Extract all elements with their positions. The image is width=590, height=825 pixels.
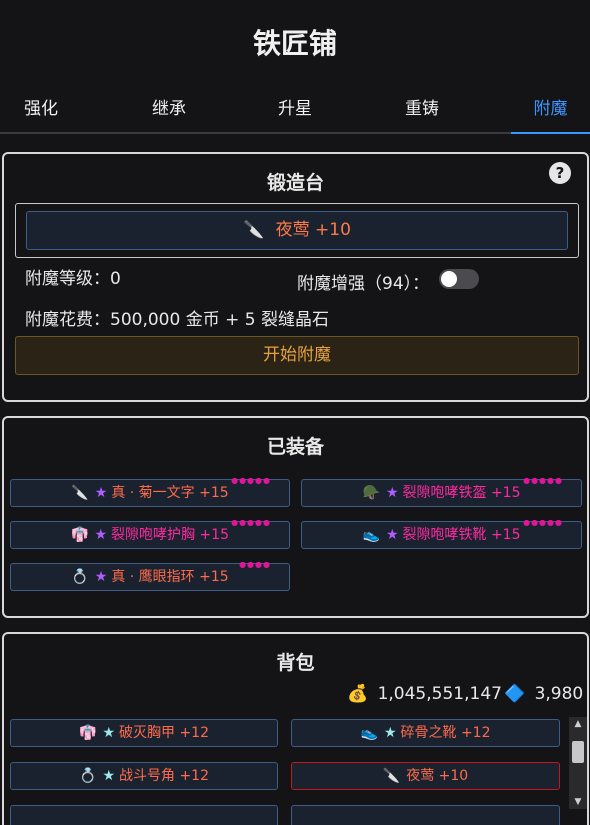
backpack-item-selected[interactable]: 🔪 夜莺 +10 <box>291 762 560 790</box>
item-name: 真 · 菊一文字 +15 <box>111 485 229 501</box>
armor-icon: 👘 <box>71 527 89 543</box>
enhance-dots: ●●●●● <box>523 476 563 485</box>
equipped-item-weapon[interactable]: 🔪 ★ 真 · 菊一文字 +15 ●●●●● <box>10 476 290 507</box>
tab-enchant[interactable]: 附魔 <box>511 92 590 134</box>
item-name: 裂隙咆哮铁盔 +15 <box>402 485 521 501</box>
money-bag-icon: 💰 <box>347 684 369 704</box>
forge-panel: 锻造台 ? 🔪 夜莺 +10 附魔等级：0 附魔增强（94）： 附魔花费：500… <box>2 152 589 402</box>
backpack-item[interactable] <box>291 805 560 825</box>
enhance-dots: ●●●●● <box>523 518 563 527</box>
start-enchant-button[interactable]: 开始附魔 <box>15 336 579 375</box>
dagger-icon: 🔪 <box>382 768 401 784</box>
selected-item-button[interactable]: 🔪 夜莺 +10 <box>26 211 568 250</box>
star-icon: ★ <box>102 725 115 741</box>
star-icon: ★ <box>94 527 107 543</box>
dagger-icon: 🔪 <box>71 485 89 501</box>
item-name: 真 · 鹰眼指环 +15 <box>111 569 229 585</box>
backpack-item[interactable] <box>10 805 278 825</box>
tab-recast[interactable]: 重铸 <box>381 92 463 132</box>
tab-enhance[interactable]: 强化 <box>0 92 82 132</box>
gold-display: 💰 1,045,551,147 <box>347 684 502 704</box>
forge-title: 锻造台 <box>266 172 324 194</box>
backpack-title: 背包 <box>276 652 315 674</box>
item-name: 裂隙咆哮护胸 +15 <box>111 527 229 543</box>
equipped-title: 已装备 <box>266 436 324 458</box>
scroll-thumb[interactable] <box>572 741 584 763</box>
star-icon: ★ <box>385 527 399 543</box>
enhance-dots: ●●●● <box>239 560 271 569</box>
help-icon[interactable]: ? <box>549 162 571 184</box>
item-name: 破灭胸甲 +12 <box>119 725 209 741</box>
backpack-panel: 背包 💰 1,045,551,147 🔷 3,980 👘 ★ 破灭胸甲 +12 👟 ★… <box>2 632 589 825</box>
star-icon: ★ <box>383 725 397 741</box>
star-icon: ★ <box>94 485 108 501</box>
dagger-icon: 🔪 <box>243 220 265 240</box>
gem-display: 🔷 3,980 <box>504 684 583 704</box>
equipped-item-chest[interactable]: 👘 ★ 裂隙咆哮护胸 +15 ●●●●● <box>10 518 290 549</box>
ring-icon: 💍 <box>71 569 89 585</box>
page-title: 铁匠铺 <box>252 27 337 60</box>
forge-slot: 🔪 夜莺 +10 <box>15 203 579 258</box>
equipped-item-helmet[interactable]: 🪖 ★ 裂隙咆哮铁盔 +15 ●●●●● <box>301 476 582 507</box>
enchant-cost: 附魔花费：500,000 金币 + 5 裂缝晶石 <box>25 310 329 330</box>
star-icon: ★ <box>102 768 115 784</box>
enchant-level: 附魔等级：0 <box>25 269 121 289</box>
diamond-icon: 🔷 <box>504 684 526 704</box>
equipped-item-boots[interactable]: 👟 ★ 裂隙咆哮铁靴 +15 ●●●●● <box>301 518 582 549</box>
equipped-panel: 已装备 🔪 ★ 真 · 菊一文字 +15 ●●●●● 🪖 ★ 裂隙咆哮铁盔 +15 ●●… <box>2 416 589 618</box>
item-name: 战斗号角 +12 <box>119 768 209 784</box>
toggle-knob <box>441 271 457 287</box>
backpack-item[interactable]: 👟 ★ 碎骨之靴 +12 <box>291 719 560 747</box>
tab-star-up[interactable]: 升星 <box>254 92 336 132</box>
enchant-boost-toggle[interactable] <box>439 269 479 289</box>
armor-icon: 👘 <box>79 725 97 741</box>
boot-icon: 👟 <box>362 527 380 543</box>
backpack-item[interactable]: 👘 ★ 破灭胸甲 +12 <box>10 719 278 747</box>
item-name: 夜莺 +10 <box>406 768 469 784</box>
gem-amount: 3,980 <box>534 684 584 704</box>
item-name: 碎骨之靴 +12 <box>400 725 491 741</box>
star-icon: ★ <box>94 569 108 585</box>
helmet-icon: 🪖 <box>362 485 380 501</box>
item-name: 裂隙咆哮铁靴 +15 <box>402 527 521 543</box>
enhance-dots: ●●●●● <box>231 518 271 527</box>
tab-bar: 强化 继承 升星 重铸 附魔 <box>0 92 590 134</box>
enchant-boost-label: 附魔增强（94）： <box>297 274 430 294</box>
enhance-dots: ●●●●● <box>231 476 271 485</box>
scroll-down-icon[interactable]: ▼ <box>569 795 587 809</box>
gold-amount: 1,045,551,147 <box>377 684 502 704</box>
boot-icon: 👟 <box>360 725 378 741</box>
tab-inherit[interactable]: 继承 <box>128 92 210 132</box>
selected-item-name: 夜莺 +10 <box>275 220 351 240</box>
backpack-item[interactable]: 💍 ★ 战斗号角 +12 <box>10 762 278 790</box>
star-icon: ★ <box>385 485 399 501</box>
equipped-item-ring[interactable]: 💍 ★ 真 · 鹰眼指环 +15 ●●●● <box>10 560 290 591</box>
scroll-up-icon[interactable]: ▲ <box>569 717 587 731</box>
backpack-scrollbar[interactable]: ▲ ▼ <box>569 717 587 809</box>
ring-icon: 💍 <box>79 768 97 784</box>
